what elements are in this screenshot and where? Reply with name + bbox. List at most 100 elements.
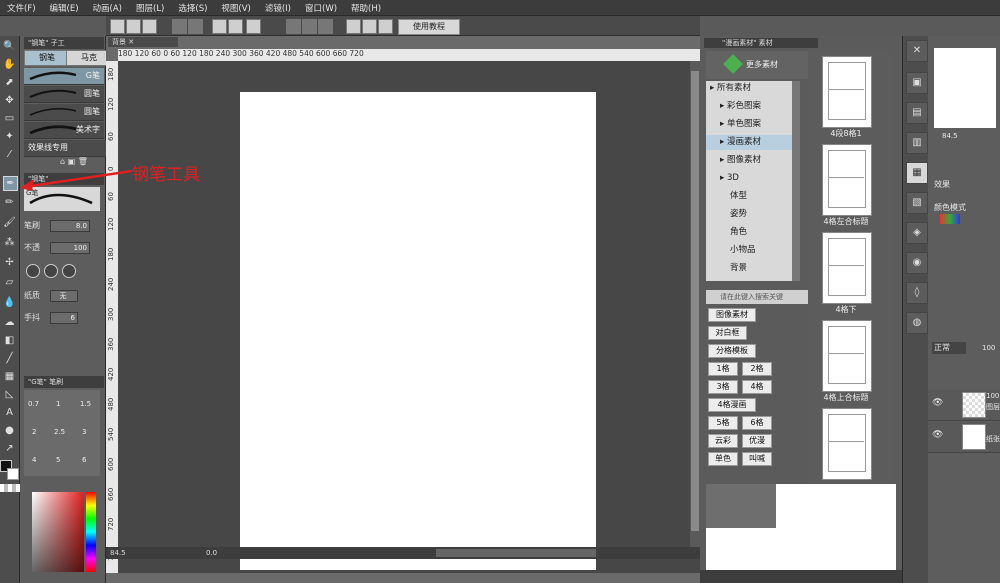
- fill-icon[interactable]: [228, 19, 243, 34]
- opacity-field[interactable]: 100: [50, 242, 90, 254]
- eyedropper-tool-icon[interactable]: ⁄: [3, 148, 16, 161]
- pose-panel-icon[interactable]: ◊: [906, 282, 928, 304]
- new-file-icon[interactable]: [110, 19, 125, 34]
- material-thumbnail[interactable]: [822, 320, 872, 392]
- menu-item[interactable]: 文件(F): [0, 2, 43, 14]
- text-tool-icon[interactable]: A: [3, 406, 16, 419]
- zoom-tool-icon[interactable]: 🔍: [3, 40, 16, 53]
- material-tag-button[interactable]: 1格: [708, 362, 738, 376]
- layer-row[interactable]: 👁 纸张: [928, 422, 1000, 453]
- balloon-tool-icon[interactable]: ●: [3, 424, 16, 437]
- material-thumbnail[interactable]: [822, 144, 872, 216]
- material-tree-item[interactable]: 背景: [706, 261, 792, 276]
- open-file-icon[interactable]: [126, 19, 141, 34]
- stabilization-field[interactable]: 6: [50, 312, 78, 324]
- redo-icon[interactable]: [188, 19, 203, 34]
- material-tag-button[interactable]: 4格漫画: [708, 398, 756, 412]
- tip-shape-1[interactable]: [26, 264, 40, 278]
- transform-icon[interactable]: [246, 19, 261, 34]
- image-panel-icon[interactable]: ▧: [906, 192, 928, 214]
- brush-tool-icon[interactable]: 🖌: [3, 216, 16, 229]
- scroll-thumb[interactable]: [691, 71, 699, 531]
- menu-item[interactable]: 窗口(W): [298, 2, 344, 14]
- angle-value[interactable]: 0.0: [206, 547, 217, 559]
- eraser-tool-icon[interactable]: ▱: [3, 276, 16, 289]
- layer-opacity[interactable]: 100: [982, 344, 995, 352]
- fill-tool-icon[interactable]: 💧: [3, 296, 16, 309]
- tip-shape-2[interactable]: [44, 264, 58, 278]
- crop-icon[interactable]: [302, 19, 317, 34]
- navigator-zoom[interactable]: 84.5: [942, 132, 958, 140]
- tree-scrollbar[interactable]: [792, 81, 800, 281]
- selection-tool-icon[interactable]: ▭: [3, 112, 16, 125]
- menu-item[interactable]: 编辑(E): [43, 2, 86, 14]
- menu-item[interactable]: 图层(L): [129, 2, 171, 14]
- close-panel-icon[interactable]: ✕: [906, 40, 928, 62]
- sub-color-swatch[interactable]: [7, 468, 19, 480]
- material-tag-button[interactable]: 2格: [742, 362, 772, 376]
- material-tree-item[interactable]: 角色: [706, 225, 792, 240]
- visibility-eye-icon[interactable]: 👁: [932, 430, 943, 440]
- material-tree-item[interactable]: ▸ 漫画素材: [706, 135, 792, 150]
- layer-row[interactable]: 👁 100 图层: [928, 390, 1000, 421]
- menu-item[interactable]: 滤镜(I): [258, 2, 298, 14]
- move-layer-tool-icon[interactable]: ✥: [3, 94, 16, 107]
- comic-panel-icon[interactable]: ▦: [906, 162, 928, 184]
- material-tree-item[interactable]: ▸ 图像素材: [706, 153, 792, 168]
- material-tag-button[interactable]: 云彩: [708, 434, 738, 448]
- paper-canvas[interactable]: [240, 92, 596, 570]
- material-thumbnail[interactable]: [822, 408, 872, 480]
- invert-icon[interactable]: [318, 19, 333, 34]
- gradient-tool-icon[interactable]: ◧: [3, 334, 16, 347]
- material-tree-item[interactable]: 姿势: [706, 207, 792, 222]
- visibility-eye-icon[interactable]: 👁: [932, 398, 943, 408]
- tone-panel-icon[interactable]: ▥: [906, 132, 928, 154]
- menu-item[interactable]: 选择(S): [171, 2, 214, 14]
- material-panel-tab[interactable]: "漫画素材" 素材: [704, 38, 818, 48]
- clear-icon[interactable]: [212, 19, 227, 34]
- color-palette[interactable]: [32, 492, 98, 580]
- material-tag-button[interactable]: 叫喊: [742, 452, 772, 466]
- color-mode-swatch[interactable]: [940, 214, 960, 224]
- material-tree-item[interactable]: ▸ 所有素材: [706, 81, 792, 96]
- texture-field[interactable]: 无: [50, 290, 78, 302]
- material-tag-button[interactable]: 分格模板: [708, 344, 756, 358]
- brush-item-effect-line[interactable]: 效果线专用: [24, 140, 108, 157]
- document-tab[interactable]: 背景 ✕: [108, 37, 178, 47]
- canvas-viewport[interactable]: [118, 61, 700, 573]
- canvas-scrollbar-vertical[interactable]: [690, 61, 700, 547]
- pattern-panel-icon[interactable]: ▤: [906, 102, 928, 124]
- material-panel-icon[interactable]: ▣: [906, 72, 928, 94]
- material-thumbnail[interactable]: [822, 232, 872, 304]
- tutorial-button[interactable]: 使用教程: [398, 19, 460, 35]
- snap-special-ruler-icon[interactable]: [362, 19, 377, 34]
- material-tag-button[interactable]: 3格: [708, 380, 738, 394]
- menu-item[interactable]: 帮助(H): [344, 2, 388, 14]
- body-panel-icon[interactable]: ◉: [906, 252, 928, 274]
- decoration-tool-icon[interactable]: ✢: [3, 256, 16, 269]
- menu-item[interactable]: 动画(A): [86, 2, 129, 14]
- material-search-input[interactable]: 请在此键入搜索关键: [706, 290, 810, 304]
- undo-icon[interactable]: [172, 19, 187, 34]
- tip-shape-3[interactable]: [62, 264, 76, 278]
- ruler-tool-icon[interactable]: ◺: [3, 388, 16, 401]
- subtool-panel-tab[interactable]: "钢笔" 子工: [24, 37, 104, 49]
- size-field[interactable]: 8.0: [50, 220, 90, 232]
- material-tree-item[interactable]: ▸ 3D: [706, 171, 792, 186]
- material-tree-item[interactable]: ▸ 彩色图案: [706, 99, 792, 114]
- material-tree-item[interactable]: 小物品: [706, 243, 792, 258]
- 3d-panel-icon[interactable]: ◈: [906, 222, 928, 244]
- material-tag-button[interactable]: 单色: [708, 452, 738, 466]
- brush-size-tab[interactable]: "G笔" 笔刷: [24, 376, 104, 388]
- frame-tool-icon[interactable]: ▦: [3, 370, 16, 383]
- save-icon[interactable]: [142, 19, 157, 34]
- deselect-icon[interactable]: [286, 19, 301, 34]
- material-tag-button[interactable]: 图像素材: [708, 308, 756, 322]
- pencil-tool-icon[interactable]: ✏: [3, 196, 16, 209]
- material-tag-button[interactable]: 5格: [708, 416, 738, 430]
- material-tree-item[interactable]: 体型: [706, 189, 792, 204]
- auto-select-tool-icon[interactable]: ✦: [3, 130, 16, 143]
- blend-mode-select[interactable]: 正常: [932, 342, 966, 354]
- material-tag-button[interactable]: 优漫: [742, 434, 772, 448]
- brush-item-g-pen[interactable]: G笔: [24, 68, 104, 85]
